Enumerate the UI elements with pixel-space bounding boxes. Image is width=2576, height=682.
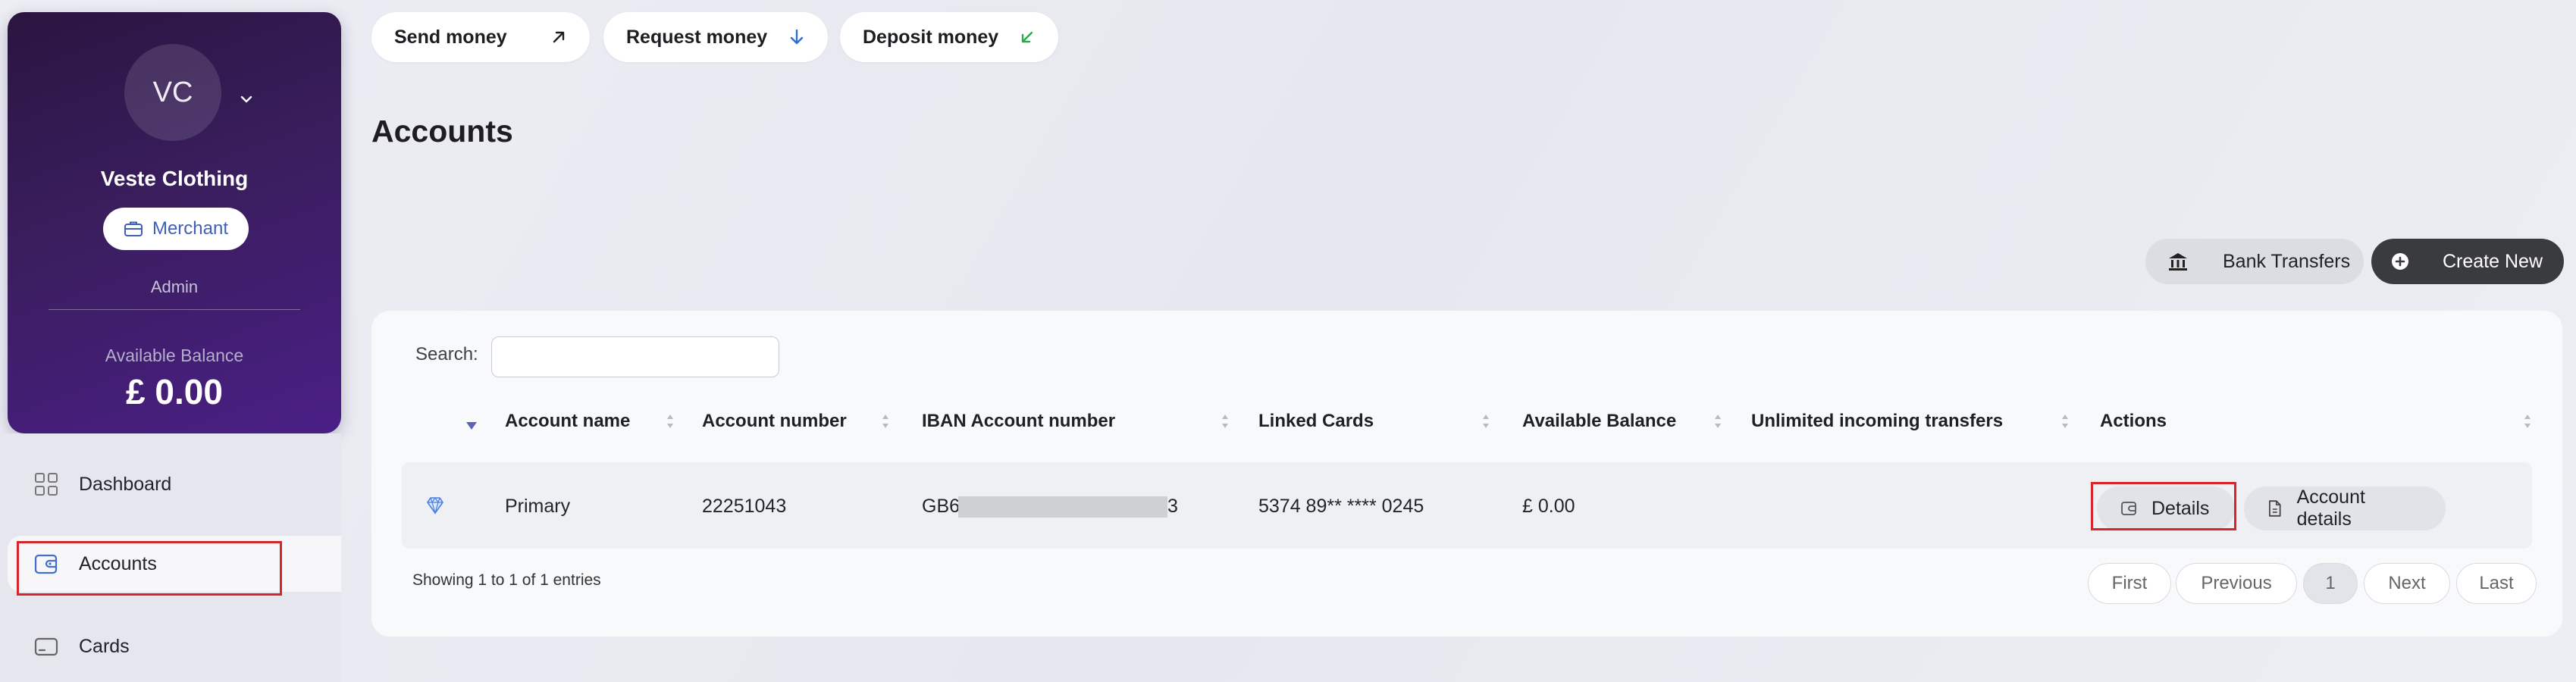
cell-linked-cards: 5374 89** **** 0245 (1258, 496, 1424, 517)
pagination-first[interactable]: First (2088, 563, 2171, 604)
details-label: Details (2151, 497, 2210, 519)
sidebar-item-label: Dashboard (79, 473, 172, 495)
sort-icon[interactable] (1481, 412, 1490, 430)
sort-icon[interactable] (2523, 412, 2532, 430)
company-name: Veste Clothing (100, 167, 249, 190)
entries-info: Showing 1 to 1 of 1 entries (412, 571, 601, 589)
arrow-down-left-icon (1021, 31, 1033, 43)
column-header-available-balance[interactable]: Available Balance (1522, 411, 1676, 432)
sort-desc-icon[interactable] (465, 421, 478, 430)
avatar[interactable]: VC (124, 44, 221, 141)
sort-icon[interactable] (2060, 412, 2070, 430)
search-label: Search: (415, 344, 478, 364)
dashboard-grid-icon (35, 473, 58, 496)
sort-icon[interactable] (1221, 412, 1230, 430)
cell-iban-suffix: 3 (1167, 496, 1178, 517)
cell-account-name: Primary (505, 496, 571, 517)
sidebar-item-label: Accounts (79, 552, 157, 574)
card-icon (34, 637, 58, 656)
send-money-label: Send money (394, 26, 507, 48)
search-input[interactable] (491, 336, 779, 377)
details-button[interactable]: Details (2097, 486, 2235, 530)
arrow-up-right-icon (553, 31, 565, 43)
balance-value: £ 0.00 (126, 372, 223, 411)
diamond-icon (427, 496, 443, 515)
create-new-button[interactable]: Create New (2371, 239, 2564, 284)
document-icon (2269, 500, 2281, 517)
pagination-next[interactable]: Next (2364, 563, 2450, 604)
pagination-page-1[interactable]: 1 (2303, 563, 2358, 604)
wallet-icon (2121, 502, 2136, 515)
sort-icon[interactable] (1713, 412, 1722, 430)
column-header-actions: Actions (2100, 411, 2167, 431)
cell-available-balance: £ 0.00 (1522, 496, 1575, 517)
wallet-icon (34, 554, 58, 574)
pagination-previous[interactable]: Previous (2176, 563, 2297, 604)
deposit-money-label: Deposit money (863, 26, 999, 48)
create-new-label: Create New (2443, 250, 2543, 272)
arrow-down-icon (790, 29, 804, 45)
deposit-money-button[interactable]: Deposit money (840, 12, 1058, 62)
page-title: Accounts (371, 114, 513, 149)
divider (49, 309, 300, 310)
avatar-initials: VC (152, 76, 193, 108)
account-details-button[interactable]: Account details (2244, 486, 2446, 530)
chevron-down-icon[interactable] (238, 91, 255, 108)
column-header-account-number[interactable]: Account number (702, 411, 847, 432)
iban-redacted-block (958, 496, 1167, 518)
sort-icon[interactable] (881, 412, 890, 430)
cell-account-number: 22251043 (702, 496, 787, 517)
sort-icon[interactable] (666, 412, 675, 430)
balance-label: Available Balance (105, 346, 244, 365)
column-header-account-name[interactable]: Account name (505, 411, 630, 432)
badge-label: Merchant (152, 218, 229, 239)
account-details-label: Account details (2296, 486, 2365, 530)
plus-circle-icon (2392, 253, 2408, 270)
send-money-button[interactable]: Send money (371, 12, 590, 62)
column-header-linked-cards[interactable]: Linked Cards (1258, 411, 1374, 432)
bank-transfers-label: Bank Transfers (2223, 250, 2351, 272)
sidebar-item-accounts[interactable]: Accounts (8, 536, 341, 592)
sidebar-item-label: Cards (79, 635, 130, 657)
bank-icon (2169, 253, 2187, 271)
user-role: Admin (150, 277, 199, 296)
bank-transfers-button[interactable]: Bank Transfers (2145, 239, 2364, 284)
accounts-table-panel: Search: Account name Account number IBAN… (371, 311, 2562, 637)
column-header-unlimited-incoming[interactable]: Unlimited incoming transfers (1751, 411, 2003, 432)
briefcase-icon (124, 221, 143, 236)
request-money-label: Request money (626, 26, 768, 48)
sidebar-item-dashboard[interactable]: Dashboard (8, 456, 341, 512)
request-money-button[interactable]: Request money (603, 12, 828, 62)
column-header-iban[interactable]: IBAN Account number (922, 411, 1115, 432)
cell-iban-prefix: GB6 (922, 496, 961, 517)
pagination-last[interactable]: Last (2456, 563, 2537, 604)
merchant-badge: Merchant (103, 208, 249, 250)
sidebar-item-cards[interactable]: Cards (8, 618, 341, 674)
profile-card: VC Veste Clothing Merchant Admin Availab… (8, 12, 341, 433)
